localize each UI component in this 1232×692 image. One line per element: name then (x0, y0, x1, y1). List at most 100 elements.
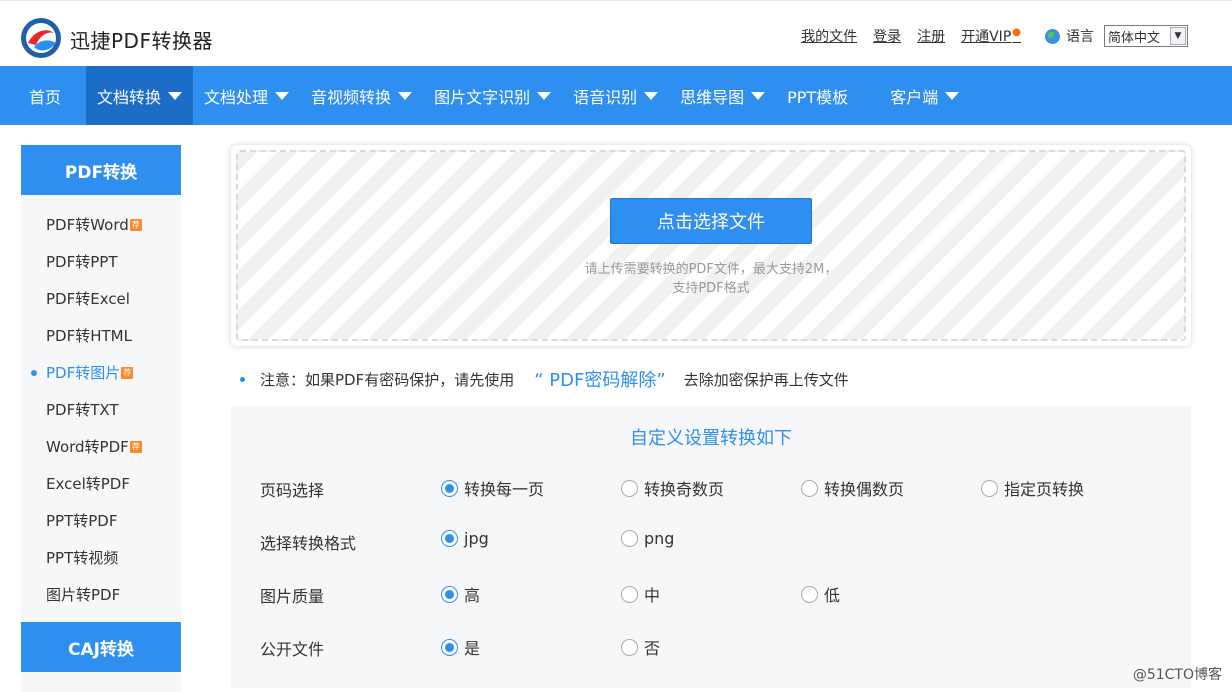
radio-option-label: 低 (824, 586, 841, 605)
radio-button[interactable] (801, 479, 818, 497)
sidebar-heading-pdf[interactable]: PDF转换 (21, 145, 181, 195)
settings-row-label: 图片质量 (260, 587, 325, 606)
open-vip-link[interactable]: 开通VIP● (961, 26, 1021, 46)
register-link[interactable]: 注册 (917, 26, 945, 46)
sidebar-item[interactable]: PPT转视频 (21, 539, 181, 576)
radio-option[interactable]: jpg (441, 529, 489, 548)
radio-button[interactable] (441, 585, 458, 603)
nav-item-0[interactable]: 首页 (0, 66, 86, 125)
notice-prefix: 注意：如果PDF有密码保护，请先使用 (260, 370, 515, 389)
radio-option[interactable]: 高 (441, 582, 480, 606)
sidebar: PDF转换 PDF转Word 荐 PDF转PPT PDF转Excel PDF转HTML P… (21, 145, 181, 692)
radio-button[interactable] (621, 585, 638, 603)
upload-dropzone[interactable]: 点击选择文件 请上传需要转换的PDF文件，最大支持2M， 支持PDF格式 (236, 150, 1186, 341)
radio-button[interactable] (801, 585, 818, 603)
chevron-down-icon[interactable]: ▼ (1170, 27, 1186, 45)
top-header: 迅捷PDF转换器 我的文件 登录 注册 开通VIP● 语言 简体中文 ▼ (0, 0, 1232, 66)
sidebar-item[interactable]: Excel转PDF (21, 465, 181, 502)
settings-row-label: 页码选择 (260, 481, 325, 500)
settings-row: 页码选择 转换每一页 转换奇数页 转换偶数页 指定页转换 (231, 474, 1191, 500)
pdf-unlock-link[interactable]: “ PDF密码解除” (534, 366, 665, 392)
language-label: 语言 (1066, 29, 1094, 45)
settings-title: 自定义设置转换如下 (630, 428, 792, 449)
sidebar-item-label: PDF转TXT (46, 401, 119, 419)
radio-option-label: 转换奇数页 (644, 480, 725, 499)
radio-button[interactable] (621, 638, 638, 656)
radio-option-label: 转换偶数页 (824, 480, 905, 499)
globe-icon (1045, 28, 1060, 44)
nav-item-label: 客户端 (890, 87, 939, 107)
radio-option[interactable]: 中 (621, 582, 660, 606)
sidebar-item[interactable]: PPT转PDF (21, 502, 181, 539)
radio-option-label: jpg (464, 529, 489, 548)
nav-item-label: 文档转换 (97, 87, 162, 107)
nav-item-5[interactable]: 语音识别 (562, 66, 669, 125)
sidebar-heading-caj[interactable]: CAJ转换 (21, 622, 181, 672)
caret-down-icon (537, 91, 552, 100)
radio-button[interactable] (981, 479, 998, 497)
language-select[interactable]: 简体中文 ▼ (1104, 25, 1188, 47)
brand-name[interactable]: 迅捷PDF转换器 (70, 25, 213, 54)
radio-option[interactable]: 转换奇数页 (621, 476, 724, 500)
hot-badge-icon: 荐 (129, 218, 142, 231)
nav-item-2[interactable]: 文档处理 (193, 66, 300, 125)
nav-item-label: 图片文字识别 (434, 87, 531, 107)
radio-button[interactable] (621, 530, 638, 547)
radio-button[interactable] (441, 479, 458, 497)
sidebar-item[interactable]: PDF转HTML (21, 317, 181, 354)
nav-item-label: 首页 (29, 87, 62, 107)
bullet-icon (240, 376, 245, 382)
radio-option-label: 是 (464, 639, 481, 658)
nav-item-6[interactable]: 思维导图 (669, 66, 776, 125)
login-link[interactable]: 登录 (873, 26, 901, 46)
settings-row-label: 公开文件 (260, 640, 325, 659)
nav-item-label: 思维导图 (680, 87, 745, 107)
my-files-link[interactable]: 我的文件 (801, 26, 857, 46)
upload-card: 点击选择文件 请上传需要转换的PDF文件，最大支持2M， 支持PDF格式 (231, 145, 1191, 346)
upload-hint: 请上传需要转换的PDF文件，最大支持2M， 支持PDF格式 (238, 260, 1184, 298)
sidebar-item[interactable]: 图片转PDF (21, 576, 181, 613)
radio-option-label: 转换每一页 (464, 480, 545, 499)
caret-down-icon (644, 91, 659, 100)
radio-option[interactable]: 是 (441, 635, 480, 659)
radio-option-label: 指定页转换 (1004, 480, 1085, 499)
caret-down-icon (398, 91, 413, 100)
nav-item-8[interactable]: 客户端 (879, 66, 970, 125)
radio-option[interactable]: 指定页转换 (981, 476, 1084, 500)
language-value: 简体中文 (1108, 30, 1161, 46)
radio-button[interactable] (441, 530, 458, 547)
settings-row: 图片质量 高 中 低 (231, 580, 1191, 606)
nav-item-7[interactable]: PPT模板 (776, 66, 879, 125)
select-file-button[interactable]: 点击选择文件 (610, 198, 812, 244)
app-logo-icon[interactable] (20, 17, 62, 59)
nav-item-label: 音视频转换 (311, 87, 392, 107)
watermark-text: @51CTO博客 (1132, 667, 1222, 683)
sidebar-item[interactable]: PDF转图片荐 (21, 354, 181, 391)
radio-option[interactable]: 转换偶数页 (801, 476, 904, 500)
sidebar-item-label: PDF转HTML (46, 327, 132, 345)
radio-option[interactable]: 否 (621, 635, 660, 659)
nav-item-3[interactable]: 音视频转换 (300, 66, 423, 125)
radio-option[interactable]: 转换每一页 (441, 476, 544, 500)
sidebar-item[interactable]: Word转PDF 荐 (21, 428, 181, 465)
radio-option[interactable]: 低 (801, 582, 840, 606)
sidebar-item-label: PDF转Excel (46, 290, 130, 308)
sidebar-item[interactable]: PDF转PPT (21, 243, 181, 280)
sidebar-item-label: PDF转PPT (46, 253, 118, 271)
radio-button[interactable] (621, 479, 638, 497)
nav-item-label: PPT模板 (787, 87, 849, 107)
radio-option[interactable]: png (621, 529, 674, 548)
radio-button[interactable] (441, 638, 458, 656)
nav-item-4[interactable]: 图片文字识别 (423, 66, 562, 125)
sidebar-item-label: PDF转图片 (46, 364, 121, 382)
caret-down-icon (751, 91, 766, 100)
sidebar-item[interactable]: PDF转TXT (21, 391, 181, 428)
sidebar-item[interactable]: PDF转Excel (21, 280, 181, 317)
conversion-settings: 自定义设置转换如下 页码选择 转换每一页 转换奇数页 转换偶数页 指定页转换 选择转换格式… (231, 406, 1191, 688)
nav-item-label: 语音识别 (573, 87, 638, 107)
nav-item-1[interactable]: 文档转换 (86, 66, 194, 125)
open-vip-label[interactable]: 开通VIP (961, 29, 1011, 45)
sidebar-item[interactable]: PDF转Word 荐 (21, 206, 181, 243)
radio-option-label: 高 (464, 586, 481, 605)
sidebar-item-label: PPT转视频 (46, 549, 119, 567)
